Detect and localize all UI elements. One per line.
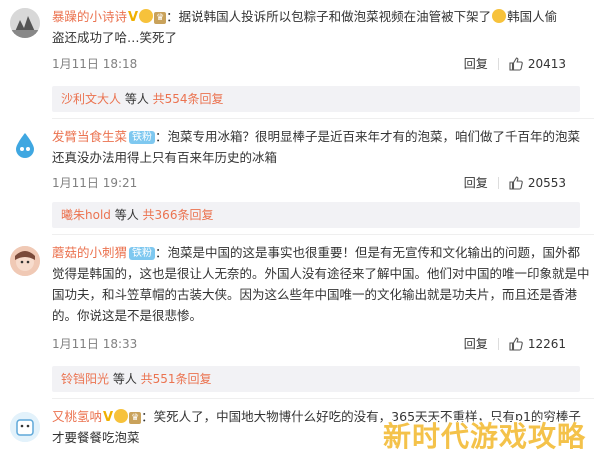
divider xyxy=(497,337,499,350)
comment-text-cont: 盗还成功了哈…笑死了 xyxy=(52,30,178,45)
like-count: 12261 xyxy=(527,336,566,351)
like-count: 20553 xyxy=(527,175,566,190)
thumbs-up-icon[interactable] xyxy=(509,175,523,190)
avatar[interactable] xyxy=(10,8,40,38)
comment-meta: 1月11日 18:33 回复 12261 xyxy=(52,335,580,352)
laugh-emoji-icon xyxy=(492,9,507,23)
timestamp: 1月11日 19:21 xyxy=(52,176,138,190)
verified-icon: V xyxy=(103,410,114,425)
avatar[interactable] xyxy=(10,412,40,442)
verified-icon: V xyxy=(128,10,139,25)
timestamp: 1月11日 18:33 xyxy=(52,337,138,351)
thumbs-up-icon[interactable] xyxy=(509,56,523,71)
thumbs-up-icon[interactable] xyxy=(509,336,523,351)
comment-text-cont: 还真没办法用得上只有百来年历史的冰箱 xyxy=(52,150,278,165)
avatar[interactable] xyxy=(10,130,40,160)
reply-button[interactable]: 回复 xyxy=(464,335,488,352)
timestamp: 1月11日 18:18 xyxy=(52,57,138,71)
comment-meta: 1月11日 18:18 回复 20413 xyxy=(52,55,580,72)
username[interactable]: 暴躁的小诗诗 xyxy=(52,9,127,24)
reply-button[interactable]: 回复 xyxy=(464,174,488,191)
comment-text: 发臂当食生菜 铁粉 ：泡菜专用冰箱？很明显棒子是近百来年才有的泡菜，咱们做了千百年的… xyxy=(52,129,581,144)
divider xyxy=(497,57,499,70)
username[interactable]: 又桃氢呐 xyxy=(52,409,102,424)
vip-icon: ♛ xyxy=(154,12,167,24)
comment-text-cont: 国功夫，和斗笠草帽的古装大侠。因为这么些年中国唯一的文化输出就是功夫片，而且还是… xyxy=(52,287,578,302)
comment-text-cont: 的。你说这是不是很悲惨。 xyxy=(52,308,203,323)
avatar[interactable] xyxy=(10,246,40,276)
reply-summary[interactable]: 曦朱hold 等人 共366条回复 xyxy=(52,202,580,228)
divider xyxy=(52,398,594,399)
like-count: 20413 xyxy=(527,56,566,71)
comment-meta: 1月11日 19:21 回复 20553 xyxy=(52,174,580,191)
divider xyxy=(52,118,594,119)
divider xyxy=(52,234,594,235)
vip-icon: ♛ xyxy=(129,412,142,424)
reply-summary[interactable]: 铃铛阳光 等人 共551条回复 xyxy=(52,366,580,392)
reply-button[interactable]: 回复 xyxy=(464,55,488,72)
username[interactable]: 蘑菇的小刺猬 xyxy=(52,245,127,260)
comment-text-cont: 觉得是韩国的，这也是很让人无奈的。外国人没有途径来了解中国。他们对中国的唯一印象… xyxy=(52,266,590,281)
watermark: 新时代游戏攻略 xyxy=(382,420,586,453)
reply-summary[interactable]: 沙利文大人 等人 共554条回复 xyxy=(52,86,580,112)
comment-text: 蘑菇的小刺猬 铁粉 ：泡菜是中国的这是事实也很重要！但是有无宣传和文化输出的问题，国… xyxy=(52,245,581,260)
emoji-icon xyxy=(139,9,154,23)
username[interactable]: 发臂当食生菜 xyxy=(52,129,127,144)
fan-badge: 铁粉 xyxy=(129,131,156,144)
fan-badge: 铁粉 xyxy=(129,247,156,260)
emoji-icon xyxy=(114,409,129,423)
comment-text: 暴躁的小诗诗V ♛ ：据说韩国人投诉所以包粽子和做泡菜视频在油管被下架了 韩国人偷 xyxy=(52,9,558,25)
divider xyxy=(497,176,499,189)
